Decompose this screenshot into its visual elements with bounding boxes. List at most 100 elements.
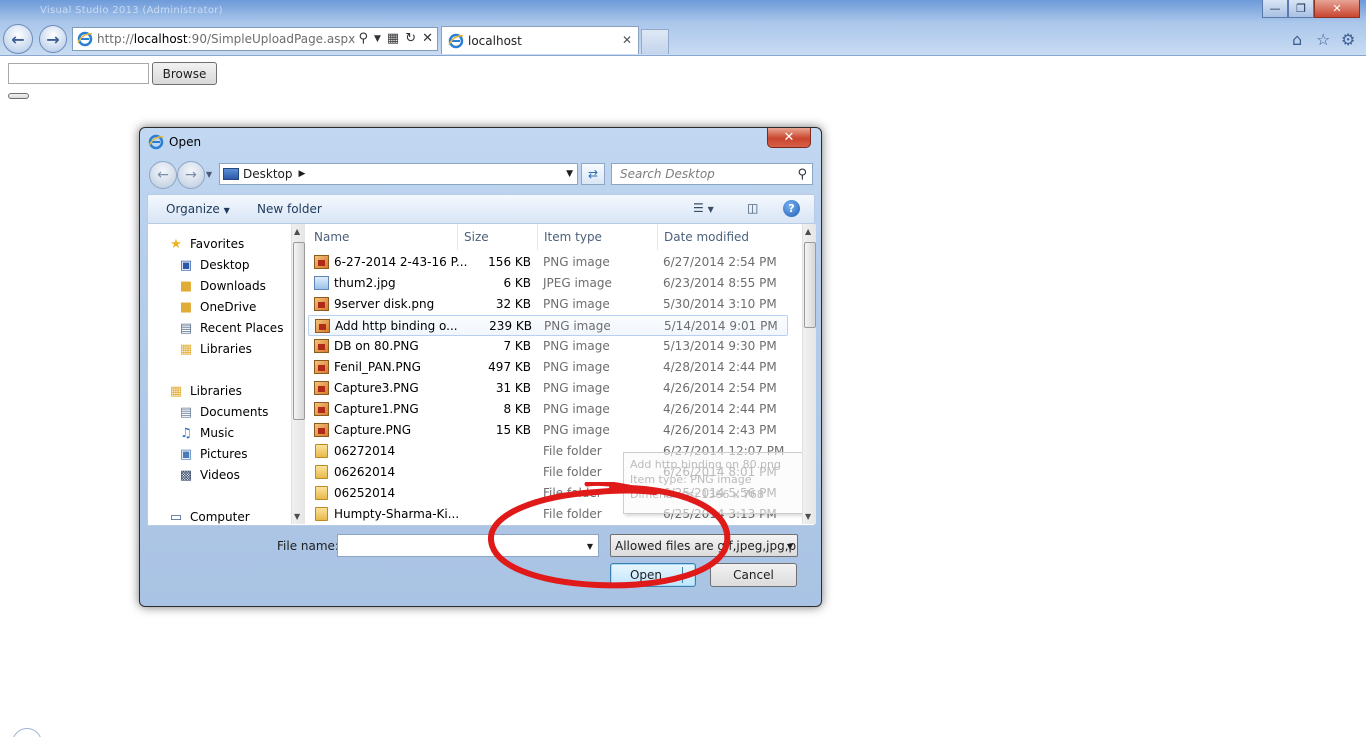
- dialog-forward-button[interactable]: →: [177, 161, 205, 189]
- titlebar-ghost-text: Visual Studio 2013 (Administrator): [40, 5, 223, 16]
- file-row[interactable]: Capture3.PNG 31 KB PNG image 4/26/2014 2:54…: [308, 378, 788, 399]
- file-type: PNG image: [543, 360, 610, 374]
- scroll-down-icon[interactable]: ▼: [805, 512, 811, 521]
- maximize-button[interactable]: ❐: [1288, 0, 1314, 18]
- dialog-toolbar: Organize ▼ New folder ☰ ▼ ◫ ?: [147, 194, 815, 224]
- new-tab-button[interactable]: [641, 29, 669, 54]
- nav-favorites-header[interactable]: ★ Favorites: [168, 234, 244, 254]
- recent-locations-dropdown-icon[interactable]: ▼: [206, 170, 212, 179]
- nav-scrollbar[interactable]: ▲ ▼: [291, 224, 305, 524]
- file-size: 497 KB: [488, 360, 531, 374]
- png-file-icon: [315, 319, 330, 333]
- ie-icon: [77, 31, 93, 47]
- favorites-star-icon[interactable]: ☆: [1316, 30, 1330, 49]
- libraries-icon: ▦: [179, 341, 193, 357]
- nav-item-libraries-fav[interactable]: ▦ Libraries: [178, 339, 252, 359]
- file-size: 239 KB: [489, 319, 532, 333]
- minimize-button[interactable]: —: [1262, 0, 1288, 18]
- nav-item-computer[interactable]: ▭ Computer: [168, 507, 250, 525]
- file-date: 5/13/2014 9:30 PM: [663, 339, 777, 353]
- tab-localhost[interactable]: localhost ✕: [441, 26, 639, 54]
- nav-item-desktop[interactable]: ▣ Desktop: [178, 255, 250, 275]
- file-name: Fenil_PAN.PNG: [334, 360, 421, 374]
- nav-scroll-thumb[interactable]: [293, 242, 305, 420]
- file-type: JPEG image: [543, 276, 612, 290]
- file-row[interactable]: thum2.jpg 6 KB JPEG image 6/23/2014 8:55 PM: [308, 273, 788, 294]
- nav-item-videos[interactable]: ▩ Videos: [178, 465, 240, 485]
- view-options-icon[interactable]: ☰ ▼: [693, 201, 714, 215]
- file-size: 15 KB: [495, 423, 531, 437]
- search-icon[interactable]: ⚲: [797, 167, 807, 182]
- file-row[interactable]: 6-27-2014 2-43-16 P... 156 KB PNG image 6/2…: [308, 252, 788, 273]
- location-breadcrumb[interactable]: Desktop ▶ ▼: [219, 163, 578, 185]
- file-date: 6/23/2014 8:55 PM: [663, 276, 777, 290]
- browser-titlebar: Visual Studio 2013 (Administrator) — ❐ ✕…: [0, 0, 1366, 56]
- dropdown-arrow-icon[interactable]: ▼: [374, 34, 381, 46]
- new-folder-button[interactable]: New folder: [257, 202, 322, 216]
- file-name: 06252014: [334, 486, 396, 500]
- dialog-title: Open: [169, 135, 202, 149]
- preview-pane-icon[interactable]: ◫: [747, 201, 758, 215]
- nav-item-documents[interactable]: ▤ Documents: [178, 402, 269, 422]
- file-date: 5/30/2014 3:10 PM: [663, 297, 777, 311]
- compat-view-icon[interactable]: ▦: [387, 31, 399, 46]
- png-file-icon: [314, 297, 329, 311]
- column-header-date[interactable]: Date modified: [658, 224, 788, 250]
- tab-close-icon[interactable]: ✕: [622, 33, 632, 47]
- music-icon: ♫: [180, 425, 192, 441]
- browser-close-button[interactable]: ✕: [1314, 0, 1360, 18]
- nav-libraries-header[interactable]: ▦ Libraries: [168, 381, 242, 401]
- scroll-down-icon[interactable]: ▼: [294, 512, 300, 521]
- forward-button[interactable]: →: [39, 25, 67, 53]
- organize-button[interactable]: Organize ▼: [166, 202, 230, 216]
- refresh-icon[interactable]: ↻: [405, 31, 416, 46]
- back-button[interactable]: ←: [3, 24, 33, 54]
- column-header-size[interactable]: Size: [458, 224, 538, 250]
- browse-button[interactable]: Browse: [152, 62, 217, 85]
- file-row[interactable]: 9server disk.png 32 KB PNG image 5/30/2014 …: [308, 294, 788, 315]
- chevron-right-icon[interactable]: ▶: [299, 169, 306, 179]
- file-type: PNG image: [543, 297, 610, 311]
- dialog-title-bar: Open: [148, 134, 201, 150]
- file-row[interactable]: Add http binding o... 239 KB PNG image 5/14…: [308, 315, 788, 336]
- dialog-back-button[interactable]: ←: [149, 161, 177, 189]
- file-name: 9server disk.png: [334, 297, 435, 311]
- png-file-icon: [314, 339, 329, 353]
- file-path-input[interactable]: [8, 63, 149, 84]
- stop-icon[interactable]: ✕: [422, 31, 433, 46]
- file-scroll-thumb[interactable]: [804, 242, 816, 328]
- back-arrow-icon: ←: [11, 29, 25, 49]
- dialog-refresh-button[interactable]: ⇄: [581, 163, 605, 185]
- file-name: Capture3.PNG: [334, 381, 419, 395]
- upload-button[interactable]: [8, 93, 29, 99]
- column-header-type[interactable]: Item type: [538, 224, 658, 250]
- nav-item-music[interactable]: ♫ Music: [178, 423, 234, 443]
- dialog-close-button[interactable]: ✕: [767, 128, 811, 148]
- tab-title: localhost: [468, 33, 522, 48]
- column-header-name[interactable]: Name: [308, 224, 458, 250]
- file-row[interactable]: DB on 80.PNG 7 KB PNG image 5/13/2014 9:30 …: [308, 336, 788, 357]
- tools-gear-icon[interactable]: ⚙: [1341, 30, 1355, 49]
- nav-item-recent-places[interactable]: ▤ Recent Places: [178, 318, 284, 338]
- scroll-up-icon[interactable]: ▲: [294, 227, 300, 236]
- file-list-scrollbar[interactable]: ▲ ▼: [802, 224, 816, 524]
- file-row[interactable]: Capture1.PNG 8 KB PNG image 4/26/2014 2:44 …: [308, 399, 788, 420]
- search-icon[interactable]: ⚲: [358, 31, 368, 46]
- nav-item-onedrive[interactable]: ■ OneDrive: [178, 297, 257, 317]
- address-bar[interactable]: http://localhost:90/SimpleUploadPage.asp…: [72, 27, 438, 51]
- file-row[interactable]: Capture.PNG 15 KB PNG image 4/26/2014 2:43 …: [308, 420, 788, 441]
- home-icon[interactable]: ⌂: [1292, 30, 1302, 49]
- desktop-icon: ▣: [179, 257, 193, 273]
- chevron-down-icon[interactable]: ▼: [566, 169, 573, 179]
- search-desktop-input[interactable]: Search Desktop ⚲: [611, 163, 813, 185]
- file-row[interactable]: Fenil_PAN.PNG 497 KB PNG image 4/28/2014 2:…: [308, 357, 788, 378]
- back-arrow-icon: ←: [157, 167, 169, 183]
- help-icon[interactable]: ?: [783, 200, 800, 217]
- file-list: Name Size Item type Date modified 6-27-2…: [308, 224, 802, 524]
- nav-item-pictures[interactable]: ▣ Pictures: [178, 444, 248, 464]
- file-date: 4/26/2014 2:44 PM: [663, 402, 777, 416]
- nav-item-downloads[interactable]: ■ Downloads: [178, 276, 266, 296]
- scroll-up-icon[interactable]: ▲: [805, 227, 811, 236]
- folder-icon: [315, 507, 328, 521]
- file-type: File folder: [543, 465, 602, 479]
